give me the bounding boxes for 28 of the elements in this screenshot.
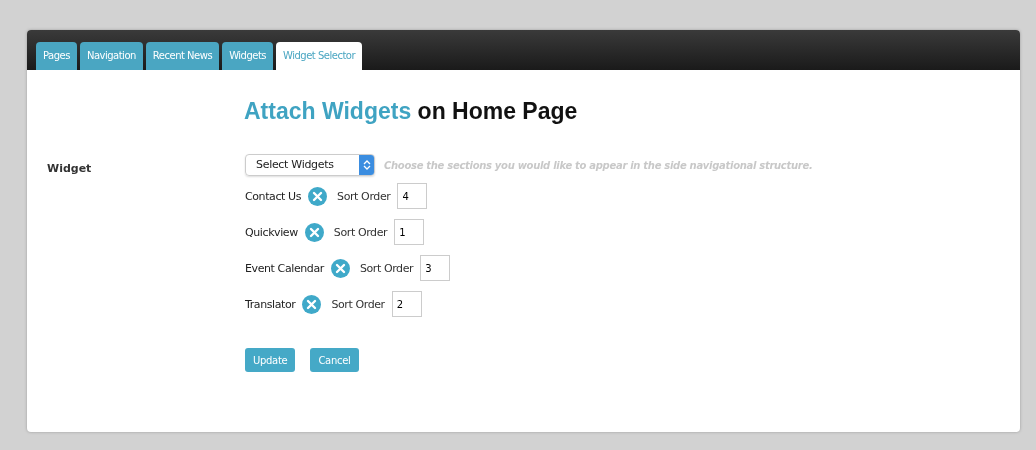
tab[interactable]: Pages [36,42,77,70]
form-button[interactable]: Update [245,348,296,372]
sort-order-label: Sort Order [331,297,385,311]
sort-order-label: Sort Order [333,225,388,239]
heading-highlight: Attach Widgets [244,98,412,124]
tab[interactable]: Navigation [79,42,143,70]
widget-name: Quickview [245,225,298,239]
widget-name: Event Calendar [245,261,324,275]
tab[interactable]: Widget Selector [276,42,363,70]
tab[interactable]: Recent News [145,42,220,70]
select-dropdown[interactable]: Select Widgets [245,154,375,176]
remove-icon[interactable] [308,186,328,206]
tab[interactable]: Widgets [222,42,274,70]
sort-order-field[interactable]: 4 [397,183,428,209]
sort-order-field[interactable]: 3 [420,255,451,281]
sort-order-field[interactable]: 1 [394,219,425,245]
remove-icon[interactable] [302,294,322,314]
heading-text: on Home Page [417,98,578,124]
widget-name: Contact Us [245,189,302,203]
remove-icon[interactable] [330,258,350,278]
field-label: Widget [47,162,92,175]
sort-order-label: Sort Order [359,261,414,275]
remove-icon[interactable] [304,222,324,242]
widget-name: Translator [245,297,296,311]
sort-order-field[interactable]: 2 [391,291,422,317]
stepper-icon [359,155,374,175]
form-button[interactable]: Cancel [310,348,359,372]
sort-order-label: Sort Order [337,189,391,203]
